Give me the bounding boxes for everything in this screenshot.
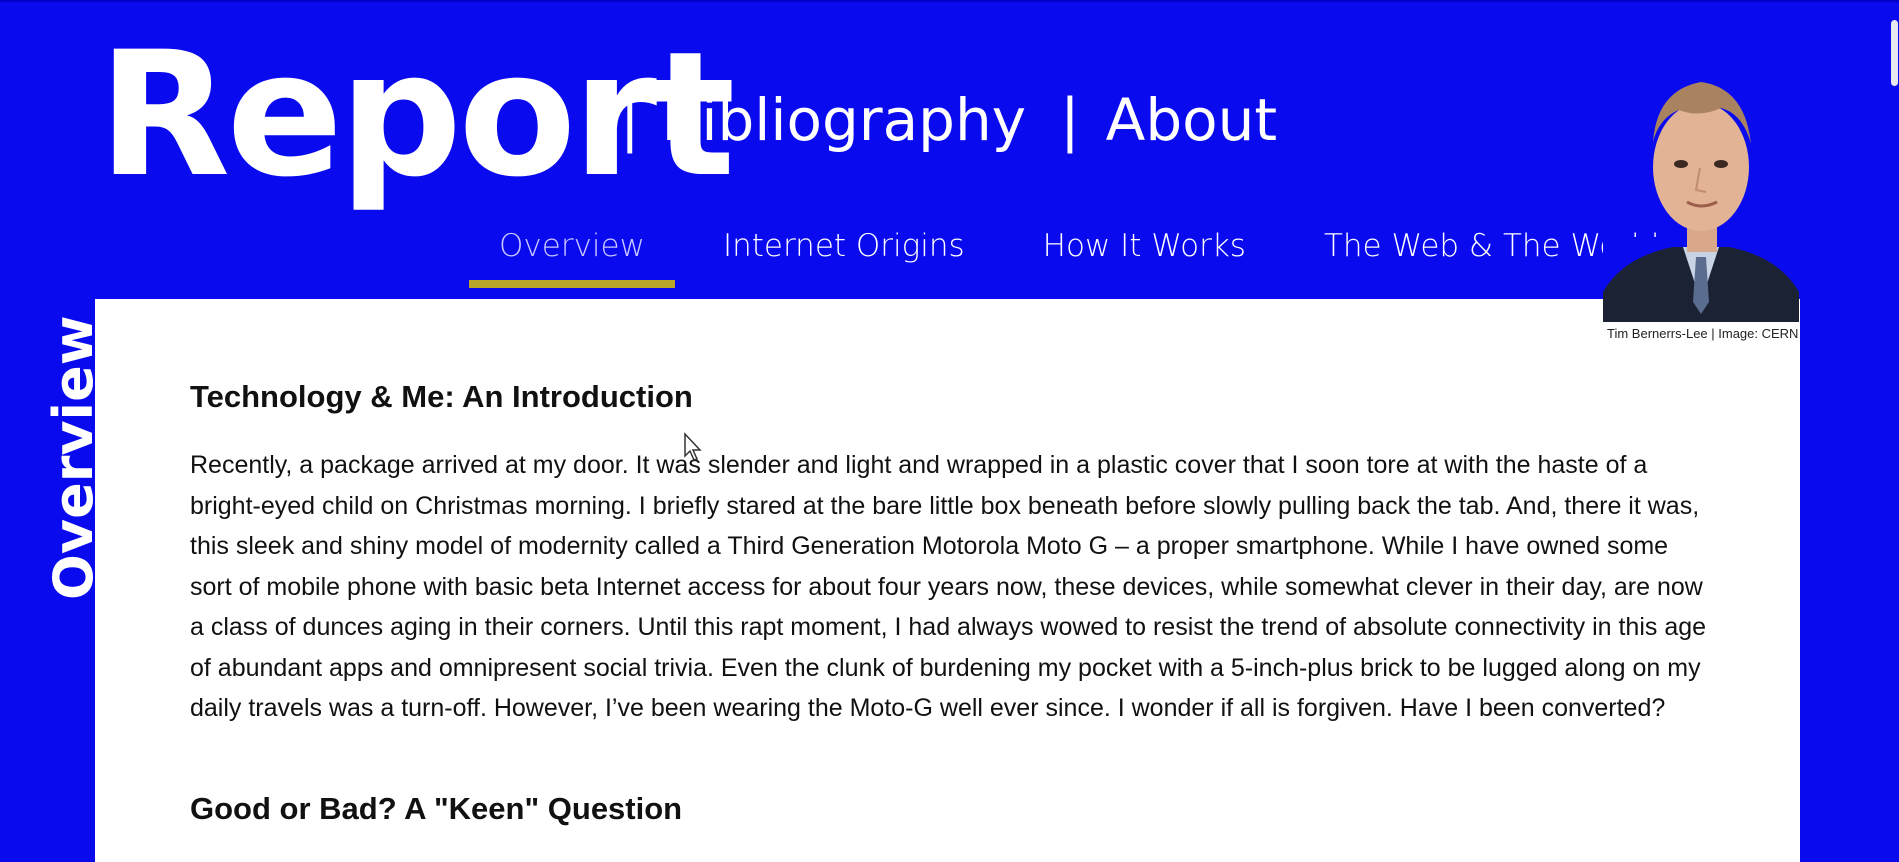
article-heading: Technology & Me: An Introduction	[190, 379, 693, 414]
nav-separator: |	[1060, 86, 1080, 154]
article-heading-2: Good or Bad? A "Keen" Question	[190, 790, 683, 826]
article-paragraph: Recently, a package arrived at my door. …	[190, 451, 1707, 722]
scrollbar-thumb[interactable]	[1891, 20, 1898, 86]
section-tabs: Overview Internet Origins How It Works T…	[469, 228, 1707, 288]
side-section-label-text: Overview	[42, 315, 105, 600]
tab-overview[interactable]: Overview	[469, 228, 675, 288]
portrait-image	[1603, 82, 1799, 322]
top-border	[0, 0, 1899, 2]
page: Report | Bibliography | About Overview Inte…	[0, 0, 1899, 862]
bibliography-link[interactable]: Bibliography	[662, 86, 1027, 154]
main-content: Technology & Me: An Introduction Recentl…	[95, 299, 1800, 862]
portrait-caption: Tim Bernerrs-Lee | Image: CERN	[1607, 326, 1799, 341]
mouse-cursor-icon	[684, 432, 702, 461]
tab-how-it-works[interactable]: How It Works	[1013, 228, 1276, 288]
about-link[interactable]: About	[1106, 86, 1277, 154]
tab-internet-origins[interactable]: Internet Origins	[693, 228, 995, 288]
header-nav: | Bibliography | About	[620, 88, 1277, 152]
article: Technology & Me: An Introduction Recentl…	[190, 379, 1710, 827]
scrollbar[interactable]	[1889, 0, 1899, 862]
nav-separator: |	[620, 86, 640, 154]
